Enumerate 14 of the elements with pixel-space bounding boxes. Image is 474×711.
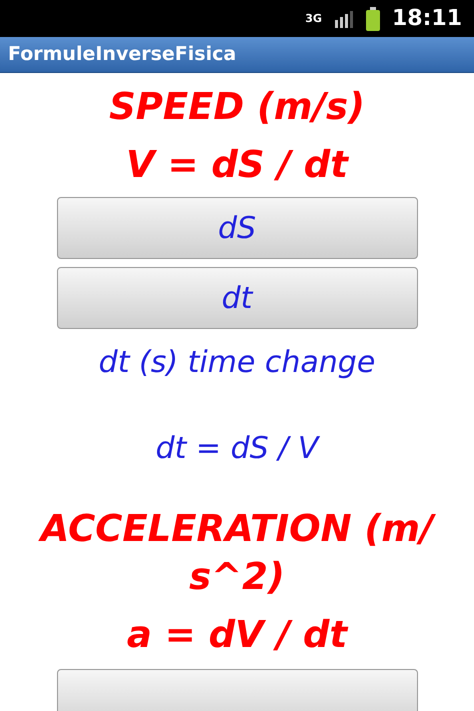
result-formula: dt = dS / V bbox=[156, 430, 318, 468]
section-title: ACCELERATION (m/ bbox=[40, 505, 434, 553]
formula: a = dV / dt bbox=[126, 612, 348, 658]
section-title: s^2) bbox=[189, 554, 285, 600]
clock: 18:11 bbox=[392, 5, 462, 33]
battery-icon bbox=[366, 6, 380, 30]
formula: V = dS / dt bbox=[126, 142, 348, 188]
section-title: SPEED (m/s) bbox=[109, 84, 365, 130]
variable-button[interactable]: dt bbox=[56, 267, 418, 329]
network-label: 3G bbox=[305, 13, 322, 24]
signal-icon bbox=[334, 10, 354, 28]
explanation-text: dt (s) time change bbox=[98, 344, 376, 382]
variable-button[interactable]: dS bbox=[56, 197, 418, 259]
app-title: FormuleInverseFisica bbox=[8, 42, 236, 68]
